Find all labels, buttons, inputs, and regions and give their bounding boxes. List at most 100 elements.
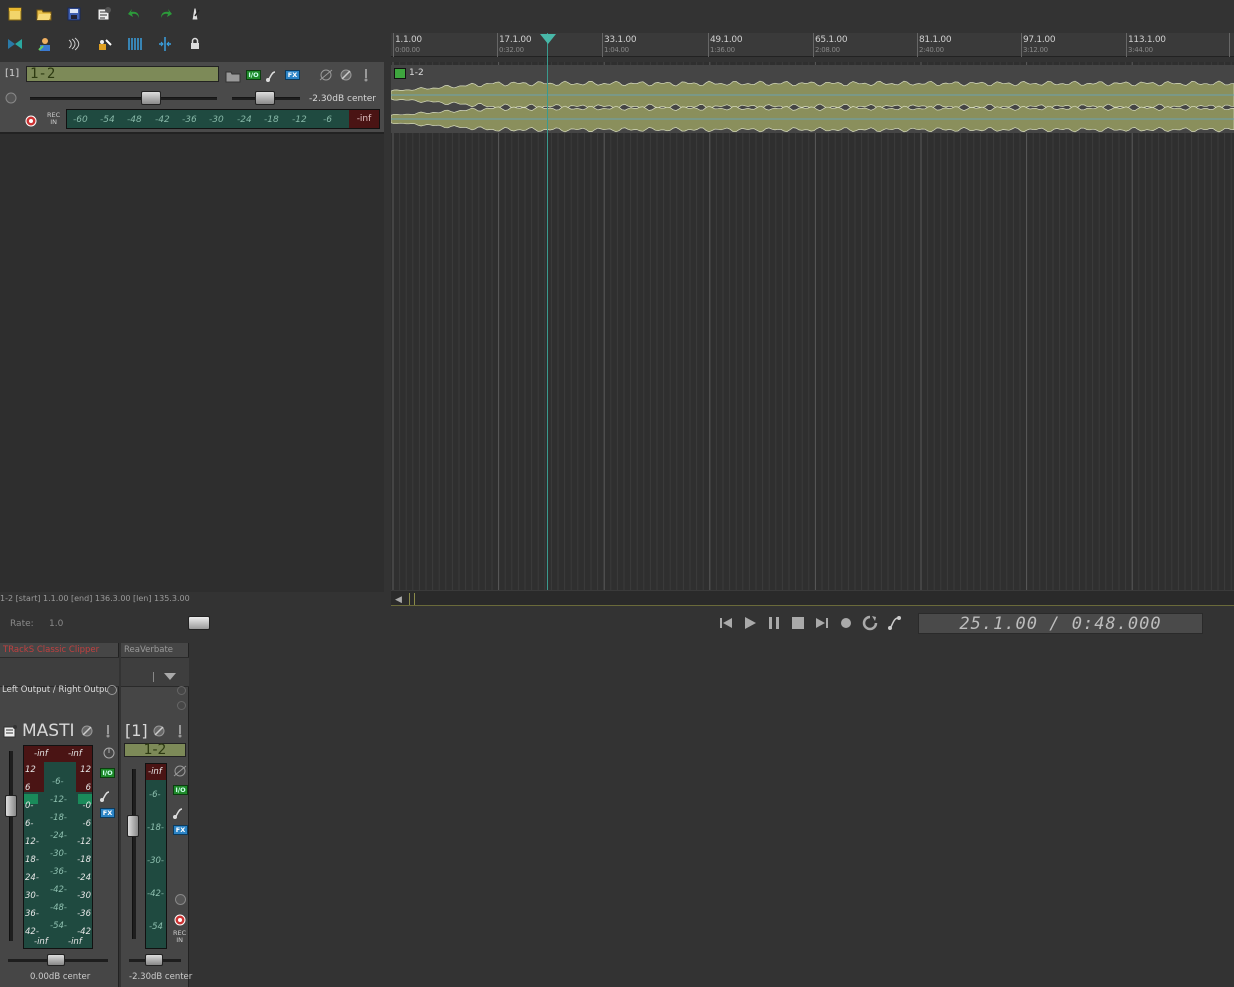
split-icon[interactable] <box>156 35 174 53</box>
scale-right: -24 <box>77 873 91 883</box>
ruler-time-label: 2:08.00 <box>815 46 840 54</box>
track-solo-icon[interactable] <box>172 723 188 738</box>
track-channel-strip[interactable]: ReaVerbate [1] 1-2 -inf -6- -18- -30- -4… <box>121 643 192 987</box>
save-project-icon[interactable] <box>65 5 83 23</box>
send-knob-icon[interactable] <box>177 686 186 695</box>
playrate-slider[interactable] <box>188 616 210 630</box>
record-icon[interactable] <box>837 614 855 632</box>
lock-settings-icon[interactable] <box>96 35 114 53</box>
go-to-start-icon[interactable] <box>717 614 735 632</box>
master-io-routing[interactable]: Left Output / Right Output <box>2 685 108 695</box>
volume-slider-track[interactable] <box>30 97 217 100</box>
stop-icon[interactable] <box>789 614 807 632</box>
ruler-time-label: 3:44.00 <box>1128 46 1153 54</box>
master-fader-knob[interactable] <box>5 795 17 817</box>
mute-icon[interactable] <box>338 67 354 81</box>
track-pan-knob[interactable] <box>145 954 163 966</box>
peak-right-readout[interactable]: -inf <box>68 749 82 759</box>
project-settings-icon[interactable] <box>95 5 113 23</box>
track-mute-icon[interactable] <box>151 723 167 737</box>
open-project-icon[interactable] <box>35 5 53 23</box>
ruler-tick <box>1021 33 1022 57</box>
play-icon[interactable] <box>741 614 759 632</box>
time-display[interactable]: 25.1.00 / 0:48.000 <box>918 613 1203 634</box>
arrange-view[interactable]: 1-2 <box>391 62 1234 590</box>
snap-grid-icon[interactable] <box>126 35 144 53</box>
record-arm-icon[interactable] <box>4 90 20 104</box>
ruler-bar-label: 33.1.00 <box>604 35 637 45</box>
metronome-icon[interactable] <box>186 5 204 23</box>
playhead-cursor[interactable] <box>547 33 548 590</box>
fx-slot-empty[interactable] <box>0 657 119 687</box>
master-settings-icon[interactable] <box>3 723 19 738</box>
mixer-track-name[interactable]: 1-2 <box>124 743 186 757</box>
scale-left: 12 <box>25 765 36 775</box>
envelope-automation-icon[interactable] <box>265 68 281 82</box>
new-project-icon[interactable] <box>6 5 24 23</box>
track-fx-button[interactable]: FX <box>173 825 188 835</box>
envelope-icon[interactable] <box>36 35 54 53</box>
track-name-field[interactable]: 1-2 <box>26 66 219 82</box>
master-phase-icon[interactable] <box>101 745 117 759</box>
scale-right: -6 <box>82 819 91 829</box>
ruler-time-label: 0:00.00 <box>395 46 420 54</box>
playhead-marker[interactable] <box>540 34 556 44</box>
send-knob-icon[interactable] <box>177 701 186 710</box>
track-io-button[interactable]: I/O <box>173 785 188 795</box>
redo-icon[interactable] <box>156 5 174 23</box>
repeat-icon[interactable] <box>861 614 879 632</box>
master-fx-button[interactable]: FX <box>100 808 115 818</box>
volume-knob[interactable] <box>141 91 161 105</box>
fx-button[interactable]: FX <box>285 70 300 80</box>
go-to-end-icon[interactable] <box>813 614 831 632</box>
horizontal-scrollbar[interactable]: ◀ <box>391 590 1234 606</box>
scrollbar-thumb[interactable] <box>409 593 415 605</box>
scale-center: -48- <box>50 903 67 913</box>
scale-center: -6- <box>149 790 161 800</box>
auto-crossfade-icon[interactable] <box>65 35 83 53</box>
media-item[interactable]: 1-2 <box>391 65 1234 133</box>
scroll-left-icon[interactable]: ◀ <box>395 595 402 605</box>
scale-right: -42 <box>77 927 91 937</box>
record-monitor-icon[interactable] <box>25 112 41 127</box>
track-envelope-icon[interactable] <box>172 805 188 819</box>
tcp-track-1[interactable]: [1] 1-2 I/O FX -2.30dB center REC IN -60… <box>0 62 384 134</box>
track-peak-readout[interactable]: -inf <box>148 767 162 777</box>
scale-left: 12- <box>25 837 39 847</box>
automation-mode-icon[interactable] <box>886 614 904 632</box>
timeline-ruler[interactable]: 1.1.00 0:00.00 17.1.00 0:32.00 33.1.00 1… <box>391 33 1234 57</box>
scale-center: -18- <box>147 823 164 833</box>
pan-knob[interactable] <box>255 91 275 105</box>
meter-label: -36 <box>182 115 197 125</box>
master-mute-icon[interactable] <box>79 723 95 737</box>
reaper-window: [1] 1-2 I/O FX -2.30dB center REC IN -60… <box>0 0 1234 987</box>
peak-left-readout[interactable]: -inf <box>34 749 48 759</box>
phase-invert-icon[interactable] <box>318 67 334 81</box>
master-solo-icon[interactable] <box>100 723 116 738</box>
lock-icon[interactable] <box>186 35 204 53</box>
track-record-arm-icon[interactable] <box>175 894 186 905</box>
track-fader-track[interactable] <box>132 769 136 939</box>
chevron-down-icon[interactable] <box>164 673 176 680</box>
track-record-monitor-icon[interactable] <box>172 912 188 926</box>
master-pan-knob[interactable] <box>47 954 65 966</box>
fx-slot-empty[interactable] <box>121 657 189 687</box>
io-button[interactable]: I/O <box>246 70 261 80</box>
peak-readout[interactable]: -inf <box>349 110 379 128</box>
master-fader-track[interactable] <box>9 751 13 941</box>
fx-slot-1[interactable]: TRackS Classic Clipper <box>3 645 117 655</box>
mixer-track-number: [1] <box>125 721 148 740</box>
master-io-button[interactable]: I/O <box>100 768 115 778</box>
folder-icon[interactable] <box>225 68 241 83</box>
pause-icon[interactable] <box>765 614 783 632</box>
master-channel-strip[interactable]: TRackS Classic Clipper Left Output / Rig… <box>0 643 119 987</box>
master-envelope-icon[interactable] <box>99 788 115 802</box>
undo-icon[interactable] <box>126 5 144 23</box>
track-phase-icon[interactable] <box>172 763 188 777</box>
solo-icon[interactable] <box>358 67 374 82</box>
fx-slot-1[interactable]: ReaVerbate <box>124 645 188 655</box>
ripple-edit-icon[interactable] <box>6 35 24 53</box>
track-fader-knob[interactable] <box>127 815 139 837</box>
io-knob-icon[interactable] <box>107 685 117 695</box>
ruler-tick <box>602 33 603 57</box>
